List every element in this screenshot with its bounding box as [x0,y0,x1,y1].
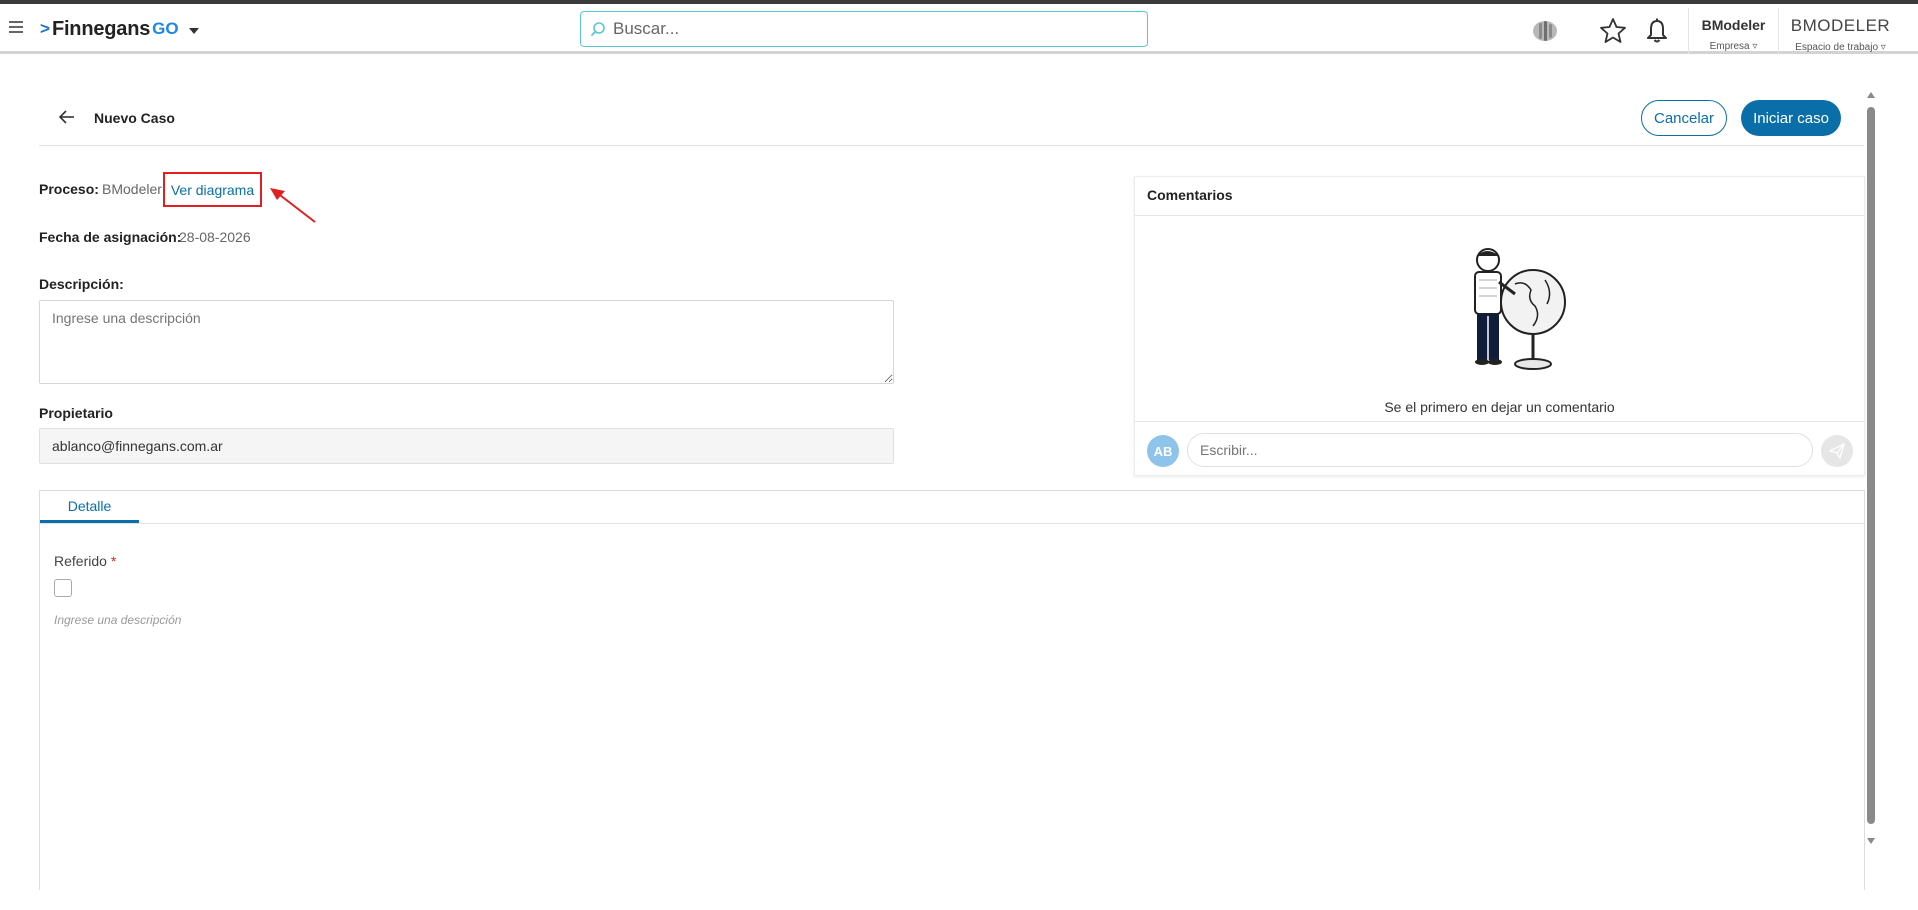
scroll-down-icon[interactable] [1867,838,1875,844]
owner-field: ablanco@finnegans.com.ar [39,428,894,464]
process-label: Proceso: [39,181,99,197]
detail-section: Detalle Referido * Ingrese una descripció… [39,490,1865,890]
company-label: Empresa ▿ [1709,41,1758,52]
scrollbar[interactable] [1866,92,1876,852]
annotation-arrow-icon [270,188,316,223]
empty-comments-text: Se el primero en dejar un comentario [1384,399,1615,415]
search-icon [590,22,605,37]
company-name: BModeler [1701,17,1766,33]
comments-title: Comentarios [1147,187,1233,203]
view-diagram-link[interactable]: Ver diagrama [163,172,262,207]
search-input[interactable]: Buscar... [613,19,679,39]
tab-detalle[interactable]: Detalle [40,491,139,523]
globe-illustration-icon [1474,248,1566,370]
referido-checkbox[interactable] [54,579,72,597]
search-box[interactable]: Buscar... [580,11,1148,47]
star-icon[interactable] [1598,16,1628,46]
page-title: Nuevo Caso [94,110,175,126]
comment-input[interactable] [1187,433,1813,467]
referido-hint: Ingrese una descripción [54,613,182,627]
assignment-date-value: 28-08-2026 [179,229,251,245]
top-bar: > Finnegans GO Buscar... BModeler Empres… [0,4,1918,54]
back-arrow-icon[interactable] [58,108,76,126]
process-value: BModeler [102,181,162,197]
divider [1135,421,1864,422]
menu-icon[interactable] [9,21,23,33]
tab-divider [40,523,1864,524]
scroll-up-icon[interactable] [1867,92,1875,98]
workspace-label: Espacio de trabajo ▿ [1795,42,1886,53]
logo-chevron-icon: > [40,19,50,38]
owner-label: Propietario [39,405,113,421]
scrollbar-thumb[interactable] [1867,107,1875,824]
comments-panel: Comentarios Se el primero en dejar un co… [1134,176,1865,476]
start-case-button[interactable]: Iniciar caso [1741,100,1841,136]
avatar: AB [1147,435,1179,467]
divider [1135,215,1864,216]
send-button[interactable] [1821,435,1853,467]
description-label: Descripción: [39,276,124,292]
description-field[interactable] [39,300,894,384]
view-diagram-label[interactable]: Ver diagrama [171,182,254,198]
assignment-date-label: Fecha de asignación: [39,229,182,245]
brand-name: Finnegans [51,17,151,40]
company-selector[interactable]: BModeler Empresa ▿ [1688,8,1778,54]
workspace-selector[interactable]: BMODELER Espacio de trabajo ▿ [1778,8,1902,54]
referido-label-text: Referido [54,553,107,569]
bell-icon[interactable] [1642,16,1672,46]
send-icon [1829,443,1845,459]
required-mark: * [110,553,117,569]
referido-label: Referido * [54,553,116,569]
app-logo[interactable]: > Finnegans GO [40,17,199,41]
workspace-name: BMODELER [1790,16,1891,35]
cancel-button[interactable]: Cancelar [1641,100,1727,136]
caret-down-icon[interactable] [188,28,199,34]
ai-assistant-icon[interactable] [1530,16,1560,46]
brand-suffix: GO [152,19,179,38]
page-header: Nuevo Caso Cancelar Iniciar caso [39,98,1864,146]
